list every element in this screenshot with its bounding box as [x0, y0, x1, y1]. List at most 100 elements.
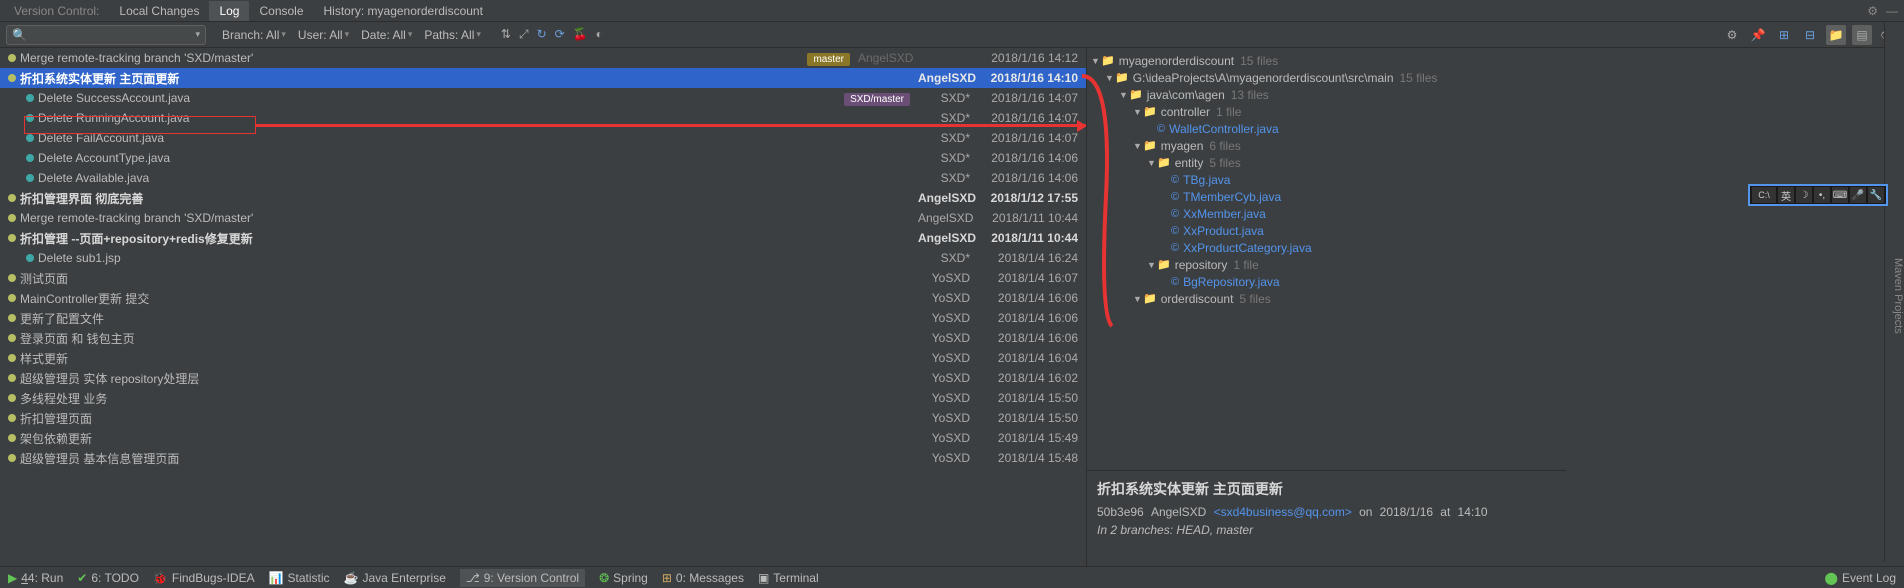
refresh-icon[interactable]: ↻: [537, 27, 547, 42]
tab-log[interactable]: Log: [209, 1, 249, 21]
sb-event-log[interactable]: ⬤Event Log: [1825, 571, 1896, 585]
sb-run[interactable]: ▶44: Run: [8, 571, 63, 585]
commit-message: 超级管理员 基本信息管理页面: [20, 450, 918, 467]
commit-row[interactable]: 样式更新YoSXD2018/1/4 16:04: [0, 348, 1086, 368]
commit-author: SXD*: [918, 251, 978, 265]
tree-file[interactable]: ©XxMember.java: [1087, 205, 1566, 222]
commit-row[interactable]: 更新了配置文件YoSXD2018/1/4 16:06: [0, 308, 1086, 328]
commit-row[interactable]: Delete SuccessAccount.javaSXD/masterSXD*…: [0, 88, 1086, 108]
expand-icon[interactable]: ⊞: [1774, 25, 1794, 45]
highlight-icon[interactable]: ◐: [596, 27, 603, 42]
tab-local-changes[interactable]: Local Changes: [109, 1, 209, 21]
dropdown-icon[interactable]: ▾: [195, 29, 200, 40]
tree-folder[interactable]: ▼📁myagenorderdiscount15 files: [1087, 52, 1566, 69]
tree-item-label: orderdiscount: [1161, 292, 1234, 306]
collapse-icon[interactable]: ⤢: [519, 27, 529, 42]
intellisort-icon[interactable]: ⇅: [501, 27, 511, 42]
tree-file[interactable]: ©XxProduct.java: [1087, 222, 1566, 239]
author-email[interactable]: <sxd4business@qq.com>: [1214, 505, 1352, 519]
tree-file[interactable]: ©XxProductCategory.java: [1087, 239, 1566, 256]
sb-terminal[interactable]: ▣Terminal: [758, 571, 819, 585]
ime-toolbar[interactable]: C:\ 英 ☽ •, ⌨ 🎤 🔧: [1748, 184, 1888, 206]
sb-spring[interactable]: ❂Spring: [599, 571, 648, 585]
commit-row[interactable]: Merge remote-tracking branch 'SXD/master…: [0, 48, 1086, 68]
commit-row[interactable]: 折扣管理页面YoSXD2018/1/4 15:50: [0, 408, 1086, 428]
tree-folder[interactable]: ▼📁orderdiscount5 files: [1087, 290, 1566, 307]
commit-row[interactable]: 超级管理员 基本信息管理页面YoSXD2018/1/4 15:48: [0, 448, 1086, 468]
tree-file[interactable]: ©TBg.java: [1087, 171, 1566, 188]
sb-messages[interactable]: ⊞0: Messages: [662, 571, 744, 585]
commit-row[interactable]: 超级管理员 实体 repository处理层YoSXD2018/1/4 16:0…: [0, 368, 1086, 388]
commit-row[interactable]: 折扣管理界面 彻底完善AngelSXD2018/1/12 17:55: [0, 188, 1086, 208]
sb-version-control[interactable]: ⎇9: Version Control: [460, 569, 585, 587]
commit-date: 2018/1/4 16:02: [978, 371, 1086, 385]
sb-findbugs[interactable]: 🐞FindBugs-IDEA: [153, 571, 255, 585]
ime-keyboard-icon[interactable]: ⌨: [1832, 187, 1848, 203]
file-count: 13 files: [1231, 88, 1269, 102]
sb-todo[interactable]: ✔6: TODO: [77, 571, 139, 585]
ime-lang-icon[interactable]: 英: [1778, 187, 1794, 203]
tree-folder[interactable]: ▼📁repository1 file: [1087, 256, 1566, 273]
tree-item-label: myagen: [1161, 139, 1204, 153]
commit-message: Merge remote-tracking branch 'SXD/master…: [20, 211, 918, 225]
sb-java-ee[interactable]: ☕Java Enterprise: [344, 571, 446, 585]
settings-icon[interactable]: ⚙: [1867, 4, 1878, 18]
filter-user[interactable]: User: All▾: [294, 26, 353, 44]
commit-row[interactable]: 折扣管理 --页面+repository+redis修复更新AngelSXD20…: [0, 228, 1086, 248]
commit-row[interactable]: 登录页面 和 钱包主页YoSXD2018/1/4 16:06: [0, 328, 1086, 348]
folder-icon: 📁: [1157, 258, 1171, 271]
search-input[interactable]: 🔍 ▾: [6, 25, 206, 45]
ime-moon-icon[interactable]: ☽: [1796, 187, 1812, 203]
commit-row[interactable]: MainController更新 提交YoSXD2018/1/4 16:06: [0, 288, 1086, 308]
flatten-icon[interactable]: ▤: [1852, 25, 1872, 45]
commit-message: 折扣管理界面 彻底完善: [20, 190, 918, 207]
collapse2-icon[interactable]: ⊟: [1800, 25, 1820, 45]
minimize-icon[interactable]: —: [1886, 4, 1898, 18]
folder-icon: 📁: [1143, 139, 1157, 152]
commit-message: 样式更新: [20, 350, 918, 367]
tree-folder[interactable]: ▼📁entity5 files: [1087, 154, 1566, 171]
tree-folder[interactable]: ▼📁java\com\agen13 files: [1087, 86, 1566, 103]
goto-icon[interactable]: ⟳: [555, 27, 565, 42]
commit-date: 2018/1/4 15:50: [978, 411, 1086, 425]
commit-row[interactable]: Delete AccountType.javaSXD*2018/1/16 14:…: [0, 148, 1086, 168]
tab-version-control-label: Version Control:: [4, 1, 109, 21]
tree-item-label: XxProduct.java: [1183, 224, 1264, 238]
commit-row[interactable]: Delete FailAccount.javaSXD*2018/1/16 14:…: [0, 128, 1086, 148]
tree-item-label: WalletController.java: [1169, 122, 1279, 136]
folder-icon: 📁: [1143, 292, 1157, 305]
commit-date: 2018/1/4 15:49: [978, 431, 1086, 445]
filter-paths[interactable]: Paths: All▾: [420, 26, 485, 44]
ime-settings-icon[interactable]: 🔧: [1868, 187, 1884, 203]
cherry-pick-icon[interactable]: 🍒: [573, 27, 588, 42]
tree-file[interactable]: ©BgRepository.java: [1087, 273, 1566, 290]
tree-folder[interactable]: ▼📁G:\ideaProjects\A\myagenorderdiscount\…: [1087, 69, 1566, 86]
gear-icon[interactable]: ⚙: [1722, 25, 1742, 45]
commit-row[interactable]: 折扣系统实体更新 主页面更新AngelSXD2018/1/16 14:10: [0, 68, 1086, 88]
filter-date[interactable]: Date: All▾: [357, 26, 416, 44]
tree-folder[interactable]: ▼📁myagen6 files: [1087, 137, 1566, 154]
ime-mic-icon[interactable]: 🎤: [1850, 187, 1866, 203]
tree-folder[interactable]: ▼📁controller1 file: [1087, 103, 1566, 120]
sb-statistic[interactable]: 📊Statistic: [269, 571, 330, 585]
commit-row[interactable]: 多线程处理 业务YoSXD2018/1/4 15:50: [0, 388, 1086, 408]
file-count: 15 files: [1400, 71, 1438, 85]
commit-row[interactable]: Delete sub1.jspSXD*2018/1/4 16:24: [0, 248, 1086, 268]
tab-console[interactable]: Console: [249, 1, 313, 21]
ime-cmd-icon[interactable]: C:\: [1752, 187, 1776, 203]
commit-row[interactable]: Delete Available.javaSXD*2018/1/16 14:06: [0, 168, 1086, 188]
ime-punct-icon[interactable]: •,: [1814, 187, 1830, 203]
pin-icon[interactable]: 📌: [1748, 25, 1768, 45]
group-icon[interactable]: 📁: [1826, 25, 1846, 45]
commit-row[interactable]: Merge remote-tracking branch 'SXD/master…: [0, 208, 1086, 228]
tree-file[interactable]: ©TMemberCyb.java: [1087, 188, 1566, 205]
commit-row[interactable]: 测试页面YoSXD2018/1/4 16:07: [0, 268, 1086, 288]
right-sidebar-maven[interactable]: Maven Projects: [1884, 22, 1904, 562]
tab-history[interactable]: History: myagenorderdiscount: [314, 1, 493, 21]
filter-branch[interactable]: Branch: All▾: [218, 26, 290, 44]
folder-icon: 📁: [1129, 88, 1143, 101]
commit-author: YoSXD: [918, 451, 978, 465]
tree-file[interactable]: ©WalletController.java: [1087, 120, 1566, 137]
commit-author: YoSXD: [918, 411, 978, 425]
commit-row[interactable]: 架包依赖更新YoSXD2018/1/4 15:49: [0, 428, 1086, 448]
